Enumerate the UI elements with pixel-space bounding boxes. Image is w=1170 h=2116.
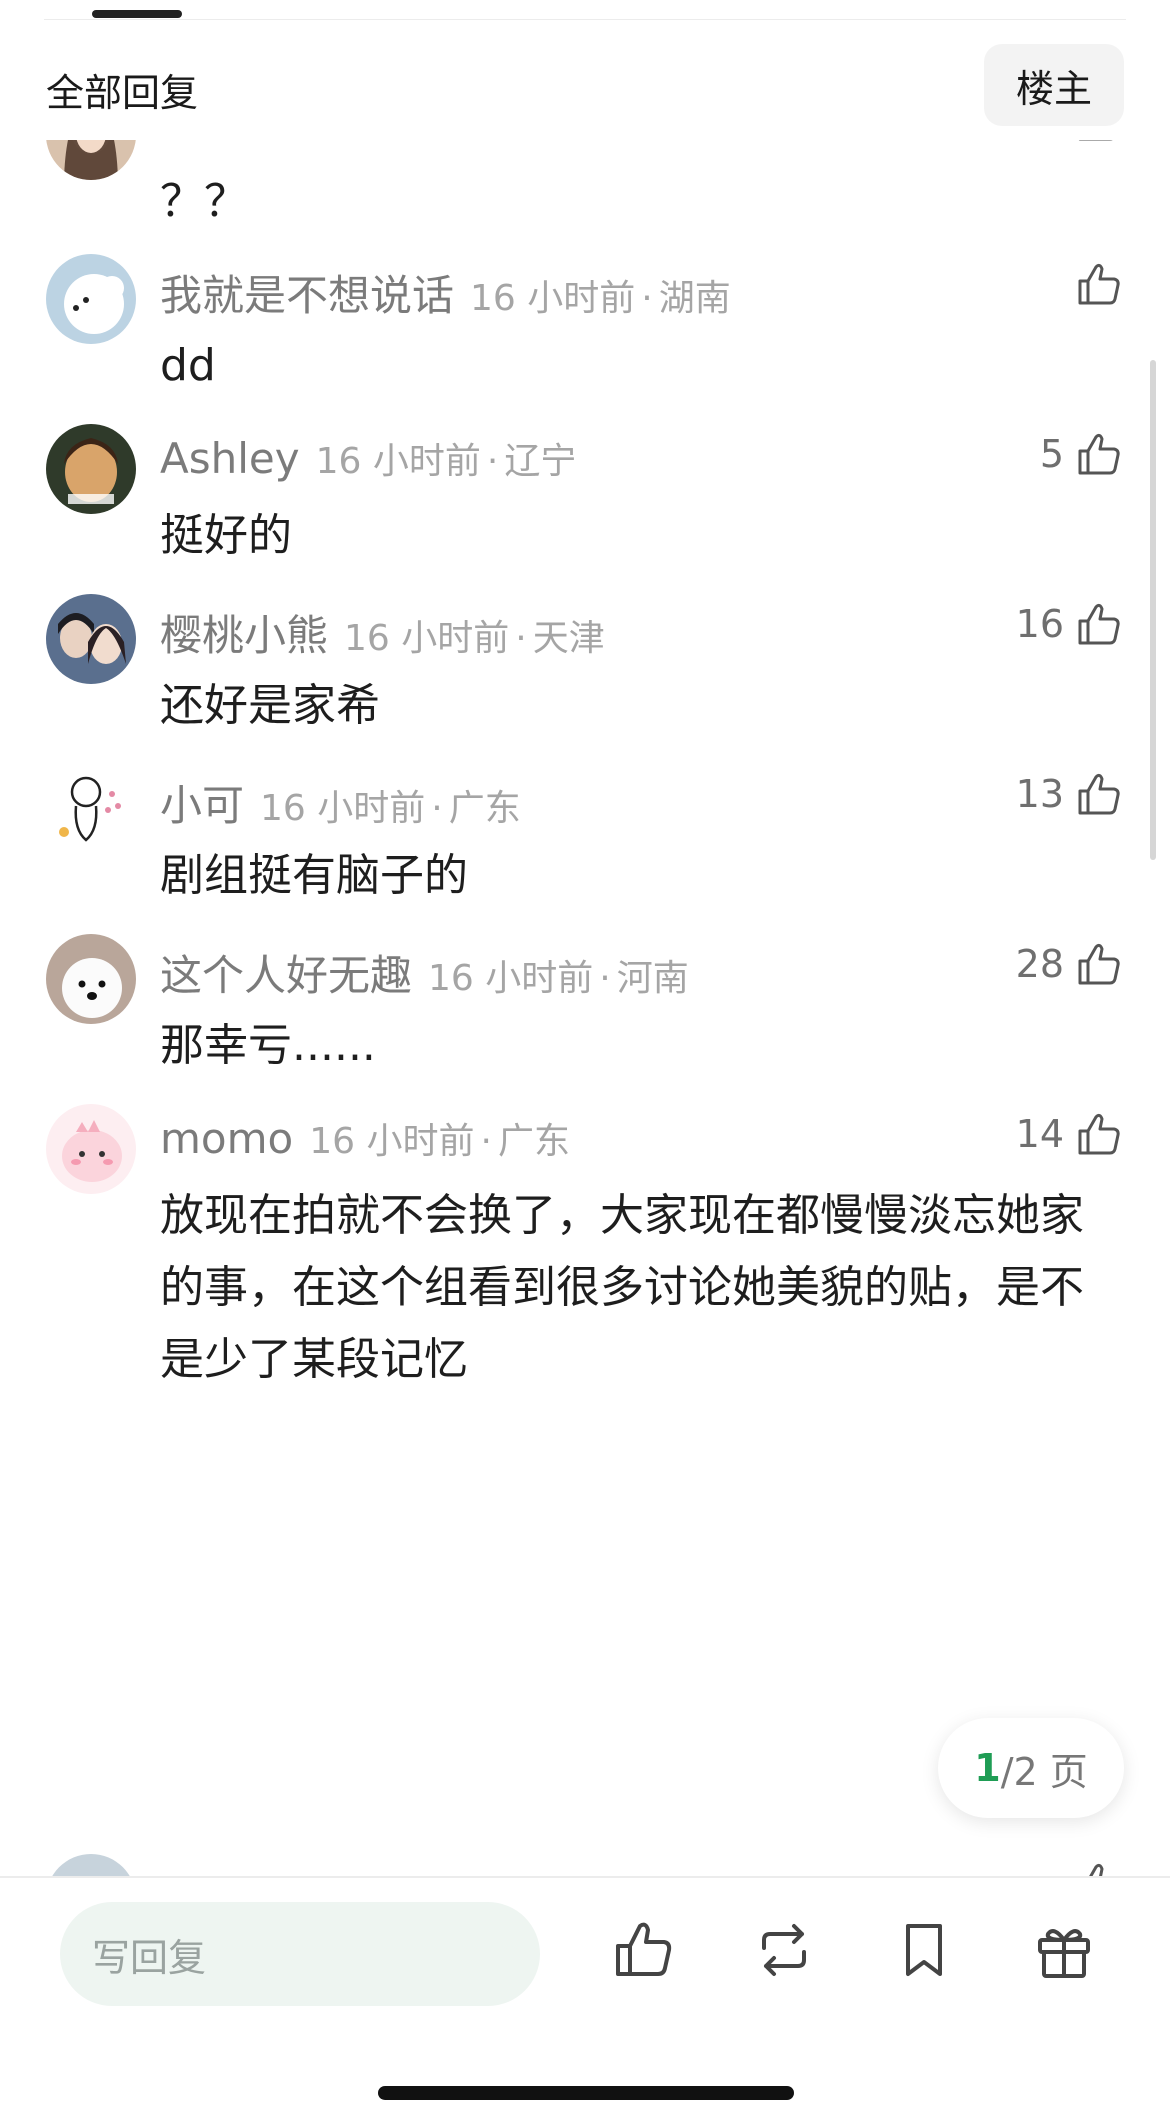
like-count: 13 — [1015, 772, 1064, 816]
username[interactable]: 小可 — [160, 772, 244, 833]
timestamp: 16 小时前 — [315, 441, 481, 482]
region: 河南 — [616, 958, 689, 999]
comment-meta: momo 16 小时前 · 广东 — [160, 1112, 570, 1164]
comment-meta: 我就是不想说话 16 小时前 · 湖南 — [160, 262, 731, 323]
comment-text: 放现在拍就不会换了，大家现在都慢慢淡忘她家的事，在这个组看到很多讨论她美貌的贴，… — [160, 1190, 1084, 1385]
thumbs-up-icon — [1078, 263, 1120, 305]
region: 广东 — [497, 1121, 570, 1162]
bookmark-icon[interactable] — [892, 1918, 956, 1982]
total-pages: /2 页 — [1000, 1749, 1088, 1794]
avatar[interactable] — [46, 424, 136, 514]
username[interactable]: 我就是不想说话 — [160, 262, 454, 323]
like-button[interactable]: 5 — [1040, 424, 1124, 484]
reply-input[interactable]: 写回复 — [60, 1902, 540, 2006]
thumbs-up-icon[interactable] — [612, 1918, 676, 1982]
pagination-pill[interactable]: 1 /2 页 — [938, 1718, 1124, 1818]
replies-header: 全部回复 楼主 — [0, 20, 1170, 140]
meta-separator: · — [599, 958, 611, 999]
username[interactable]: 这个人好无趣 — [160, 942, 412, 1003]
avatar[interactable] — [46, 140, 136, 180]
home-indicator — [378, 2086, 794, 2100]
like-button[interactable]: 14 — [1016, 1104, 1124, 1164]
comment-text: ？？ — [160, 176, 248, 227]
like-button[interactable] — [1074, 1854, 1124, 1876]
region: 湖南 — [658, 278, 731, 319]
scrollbar[interactable] — [1150, 360, 1156, 860]
like-button[interactable] — [1064, 254, 1124, 314]
comment-text: dd — [160, 340, 216, 391]
like-count: 5 — [1039, 432, 1064, 476]
like-button[interactable]: 16 — [1016, 594, 1124, 654]
comment-text: 剧组挺有脑子的 — [160, 850, 468, 901]
timestamp: 16 小时前 — [260, 788, 426, 829]
meta-separator: · — [431, 788, 443, 829]
avatar[interactable] — [46, 594, 136, 684]
comment-text: 挺好的 — [160, 510, 292, 561]
timestamp: 16 小时前 — [344, 618, 510, 659]
like-count: 14 — [1015, 1112, 1064, 1156]
username[interactable]: momo — [160, 1114, 293, 1163]
comment-meta: 这个人好无趣 16 小时前 · 河南 — [160, 942, 689, 1003]
meta-separator: · — [515, 618, 527, 659]
thumbs-up-icon — [1078, 773, 1120, 815]
timestamp: 16 小时前 — [309, 1121, 475, 1162]
like-button[interactable] — [1064, 140, 1124, 150]
meta-separator: · — [641, 278, 653, 319]
thumbs-up-icon — [1089, 1863, 1104, 1876]
like-button[interactable]: 28 — [1016, 934, 1124, 994]
comment-meta: 小可 16 小时前 · 广东 — [160, 772, 521, 833]
comment-text: 那幸亏...... — [160, 1020, 376, 1071]
username[interactable]: 樱桃小熊 — [160, 602, 328, 663]
avatar[interactable] — [46, 934, 136, 1024]
avatar[interactable] — [46, 254, 136, 344]
timestamp: 16 小时前 — [470, 278, 636, 319]
region: 辽宁 — [504, 441, 577, 482]
timestamp: 16 小时前 — [428, 958, 594, 999]
meta-separator: · — [480, 1121, 492, 1162]
repost-icon[interactable] — [752, 1918, 816, 1982]
thumbs-up-icon — [1078, 1113, 1120, 1155]
bottom-action-bar: 写回复 — [0, 1876, 1170, 2116]
avatar[interactable] — [46, 1854, 136, 1876]
avatar[interactable] — [46, 1104, 136, 1194]
current-page: 1 — [974, 1746, 1001, 1790]
region: 天津 — [532, 618, 605, 659]
thumbs-up-icon — [1078, 140, 1113, 141]
page-title: 全部回复 — [46, 71, 199, 115]
comment-meta: 樱桃小熊 16 小时前 · 天津 — [160, 602, 605, 663]
thumbs-up-icon — [1078, 433, 1120, 475]
comment-list[interactable]: ？？ 我就是不想说话 16 小时前 · 湖南 dd Ashley 16 小时前 … — [0, 140, 1170, 1876]
op-only-button[interactable]: 楼主 — [984, 44, 1124, 126]
like-count: 16 — [1015, 602, 1064, 646]
thumbs-up-icon — [1078, 943, 1120, 985]
gift-icon[interactable] — [1032, 1918, 1096, 1982]
comment-text: 还好是家希 — [160, 680, 380, 731]
meta-separator: · — [486, 441, 499, 482]
username[interactable]: Ashley — [160, 434, 300, 483]
top-drag-indicator — [92, 10, 182, 18]
avatar[interactable] — [46, 764, 136, 854]
like-count: 28 — [1015, 942, 1064, 986]
comment-meta: Ashley 16 小时前 · 辽宁 — [160, 432, 576, 484]
like-button[interactable]: 13 — [1016, 764, 1124, 824]
thumbs-up-icon — [1078, 603, 1120, 645]
region: 广东 — [448, 788, 521, 829]
